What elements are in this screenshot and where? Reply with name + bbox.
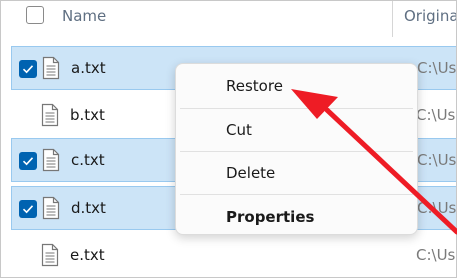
file-original-location: C:\User — [417, 59, 457, 77]
menu-item-label: Delete — [226, 164, 276, 182]
menu-item-restore[interactable]: Restore — [176, 66, 417, 106]
file-name: a.txt — [71, 59, 106, 77]
menu-item-label: Properties — [226, 208, 315, 226]
menu-item-label: Cut — [226, 121, 252, 139]
file-original-location: C:\User — [417, 151, 457, 169]
menu-separator — [180, 151, 413, 152]
menu-item-delete[interactable]: Delete — [176, 153, 417, 193]
list-header: Name Origina — [1, 1, 456, 39]
row-checkbox[interactable] — [19, 60, 37, 78]
file-row-e[interactable]: e.txt C:\User — [11, 234, 456, 277]
menu-item-properties[interactable]: Properties — [176, 197, 417, 237]
row-checkbox[interactable] — [19, 152, 37, 170]
original-location-column-header[interactable]: Origina — [404, 7, 456, 25]
menu-item-cut[interactable]: Cut — [176, 110, 417, 150]
text-file-icon — [42, 56, 60, 80]
file-name: d.txt — [71, 199, 106, 217]
file-name: c.txt — [71, 151, 105, 169]
text-file-icon — [41, 103, 59, 127]
file-original-location: C:\User — [417, 199, 457, 217]
row-checkbox[interactable] — [19, 200, 37, 218]
name-column-header[interactable]: Name — [62, 7, 106, 25]
menu-item-label: Restore — [226, 77, 283, 95]
menu-separator — [180, 108, 413, 109]
column-divider[interactable] — [392, 1, 393, 37]
text-file-icon — [42, 196, 60, 220]
select-all-checkbox[interactable] — [26, 6, 44, 24]
file-original-location: C:\User — [416, 246, 456, 264]
file-name: b.txt — [70, 106, 105, 124]
text-file-icon — [41, 243, 59, 267]
text-file-icon — [42, 148, 60, 172]
file-name: e.txt — [70, 246, 105, 264]
context-menu: Restore Cut Delete Properties — [175, 63, 418, 235]
file-original-location: C:\User — [416, 106, 456, 124]
menu-separator — [180, 194, 413, 195]
file-list-panel: Name Origina a.txt C:\User b.txt C:\User — [0, 0, 457, 278]
